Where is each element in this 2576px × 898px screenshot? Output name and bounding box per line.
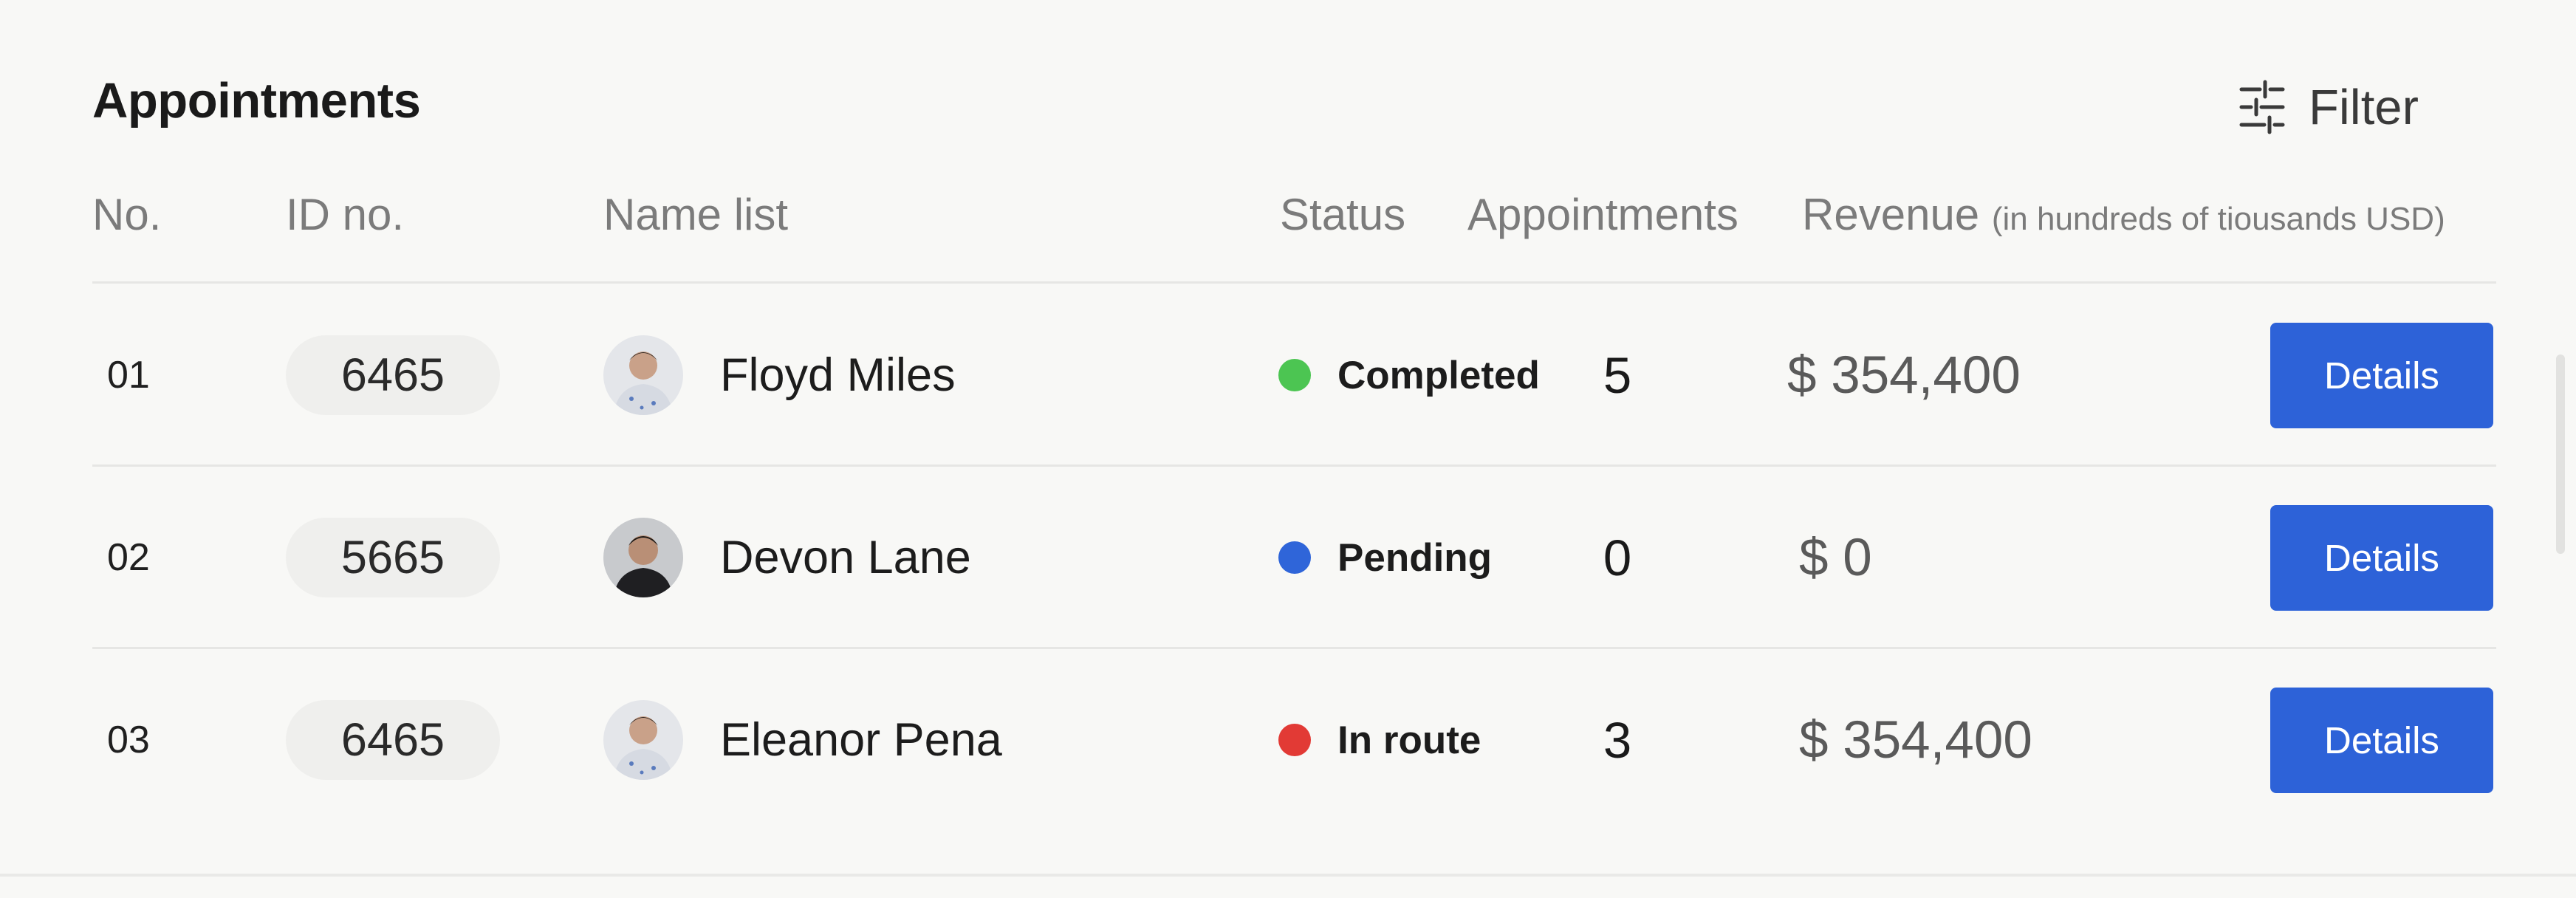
filter-label: Filter	[2309, 79, 2419, 135]
id-value: 5665	[286, 518, 500, 597]
table-row: 03 6465 Eleanor Pena In route 3 $ 354,40	[0, 649, 2576, 831]
sliders-icon	[2239, 80, 2285, 134]
name-cell: Floyd Miles	[603, 284, 956, 466]
appointments-count: 5	[1603, 346, 1632, 404]
details-button[interactable]: Details	[2270, 687, 2493, 793]
status-dot	[1278, 724, 1311, 756]
revenue-header-note: (in hundreds of tiousands USD)	[1991, 201, 2445, 237]
id-badge: 6465	[286, 284, 500, 466]
status-cell: In route	[1278, 649, 1481, 831]
status-label: Pending	[1337, 535, 1493, 580]
status-dot	[1278, 541, 1311, 574]
page-title: Appointments	[92, 73, 421, 128]
status-label: Completed	[1337, 353, 1540, 397]
column-header-status: Status	[1280, 190, 1406, 239]
avatar	[603, 700, 683, 780]
header-divider	[92, 281, 2496, 284]
row-number: 02	[107, 536, 150, 579]
revenue-header-label: Revenue	[1802, 190, 1980, 239]
table-row: 02 5665 Devon Lane Pending 0 $ 0 Details	[0, 467, 2576, 648]
details-button[interactable]: Details	[2270, 504, 2493, 611]
avatar	[603, 518, 683, 597]
vertical-scrollbar[interactable]	[2556, 354, 2565, 554]
panel-bottom-divider	[0, 874, 2576, 877]
revenue-value: $ 354,400	[1787, 346, 2021, 405]
person-name: Devon Lane	[720, 532, 971, 583]
details-cell: Details	[2270, 467, 2493, 648]
appointments-count: 3	[1603, 711, 1632, 769]
column-header-id: ID no.	[286, 190, 405, 239]
row-number: 01	[107, 354, 150, 397]
id-value: 6465	[286, 335, 500, 415]
column-header-name: Name list	[603, 190, 789, 239]
details-button[interactable]: Details	[2270, 322, 2493, 428]
column-header-revenue: Revenue (in hundreds of tiousands USD)	[1802, 189, 2445, 240]
details-cell: Details	[2270, 649, 2493, 831]
id-value: 6465	[286, 700, 500, 780]
id-badge: 5665	[286, 467, 500, 648]
table-row: 01 6465 Floyd Miles Completed 5 $ 354,40	[0, 284, 2576, 466]
person-name: Floyd Miles	[720, 349, 956, 401]
name-cell: Devon Lane	[603, 467, 971, 648]
status-dot	[1278, 359, 1311, 391]
appointments-count: 0	[1603, 529, 1632, 586]
row-number: 03	[107, 719, 150, 761]
person-name: Eleanor Pena	[720, 714, 1002, 766]
status-label: In route	[1337, 718, 1481, 762]
name-cell: Eleanor Pena	[603, 649, 1002, 831]
status-cell: Completed	[1278, 284, 1540, 466]
avatar	[603, 335, 683, 415]
column-header-no: No.	[92, 190, 162, 239]
id-badge: 6465	[286, 649, 500, 831]
column-header-appointments: Appointments	[1467, 190, 1739, 239]
details-cell: Details	[2270, 284, 2493, 466]
revenue-value: $ 0	[1799, 528, 1872, 587]
appointments-panel: Appointments Filter No. ID no. Name list…	[0, 0, 2576, 898]
revenue-value: $ 354,400	[1799, 710, 2032, 770]
filter-button[interactable]: Filter	[2238, 70, 2419, 144]
status-cell: Pending	[1278, 467, 1492, 648]
